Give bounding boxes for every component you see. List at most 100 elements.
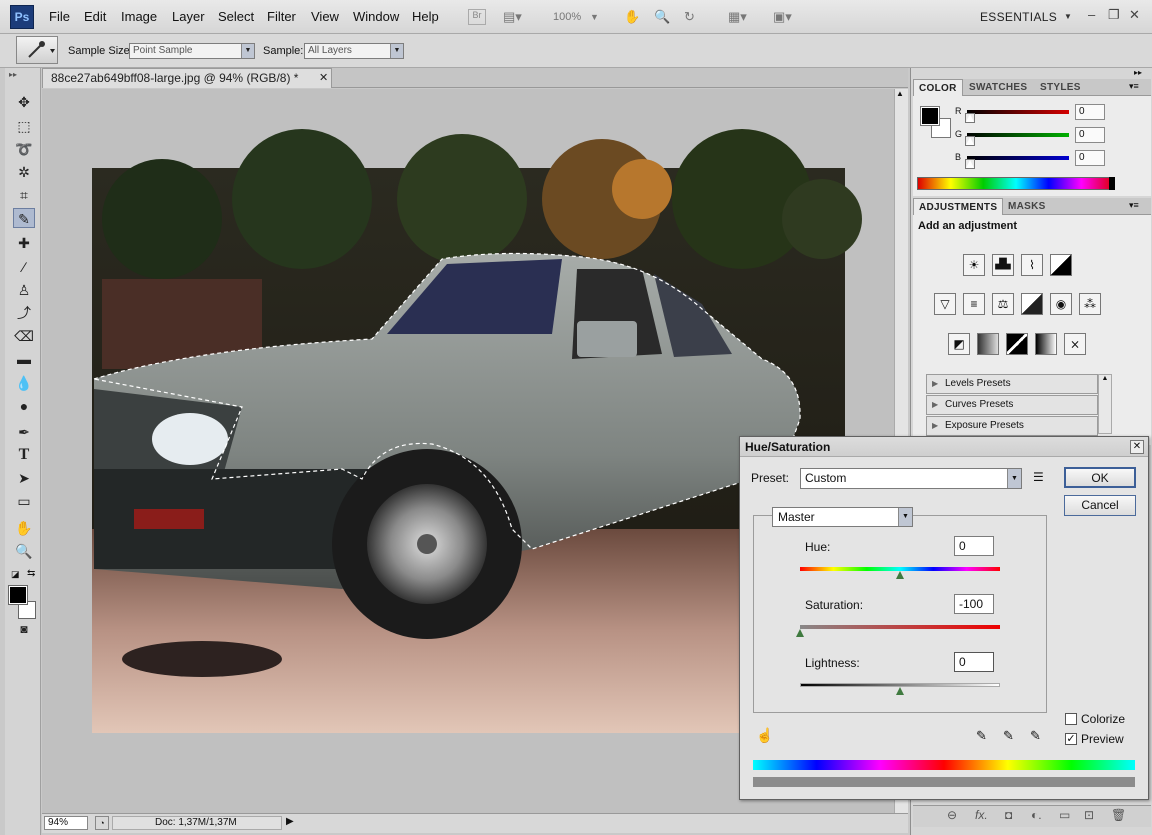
blur-tool-icon[interactable]: 💧: [13, 373, 35, 393]
close-icon[interactable]: ✕: [319, 71, 328, 84]
color-spectrum-ramp[interactable]: [917, 177, 1115, 190]
menu-file[interactable]: File: [49, 9, 70, 24]
hand-icon[interactable]: ✋: [624, 9, 640, 25]
scroll-up-icon[interactable]: ▲: [896, 89, 904, 98]
scroll-up-icon[interactable]: ▲: [1099, 375, 1111, 382]
brush-tool-icon[interactable]: ∕: [13, 257, 35, 277]
menu-filter[interactable]: Filter: [267, 9, 296, 24]
saturation-input[interactable]: -100: [954, 594, 994, 614]
link-layers-icon[interactable]: ⊖: [947, 808, 957, 822]
new-layer-icon[interactable]: ⊡: [1084, 808, 1094, 822]
workspace-switcher[interactable]: ESSENTIALS: [980, 10, 1057, 24]
minimize-icon[interactable]: –: [1088, 7, 1095, 22]
saturation-slider[interactable]: [800, 625, 1000, 629]
panel-menu-icon[interactable]: ▾≡: [1129, 81, 1139, 92]
move-tool-icon[interactable]: ✥: [13, 92, 35, 112]
dodge-tool-icon[interactable]: ●: [13, 396, 35, 416]
channel-select[interactable]: Master ▼: [772, 507, 913, 527]
target-adjustment-hand-icon[interactable]: ☝: [756, 727, 773, 744]
swap-colors-icon[interactable]: ⇆: [27, 568, 35, 579]
menu-image[interactable]: Image: [121, 9, 157, 24]
panel-menu-icon[interactable]: ▾≡: [1129, 200, 1139, 211]
collapse-icon[interactable]: ▸▸: [9, 70, 17, 79]
screen-mode-icon[interactable]: ▣▾: [773, 9, 792, 25]
zoom-level[interactable]: 100%: [553, 11, 581, 23]
red-slider-thumb[interactable]: [965, 113, 975, 123]
play-icon[interactable]: ▶: [286, 816, 294, 827]
color-balance-icon[interactable]: ⚖: [992, 293, 1014, 315]
eyedropper-minus-icon[interactable]: ✎: [1030, 728, 1041, 744]
curves-icon[interactable]: ⌇: [1021, 254, 1043, 276]
lasso-tool-icon[interactable]: ➰: [13, 139, 35, 159]
preset-curves[interactable]: ▶ Curves Presets: [926, 395, 1098, 415]
pen-tool-icon[interactable]: ✒: [13, 422, 35, 442]
zoom-icon[interactable]: 🔍: [654, 9, 670, 25]
clock-icon[interactable]: ◔: [95, 816, 109, 830]
exposure-icon[interactable]: [1050, 254, 1072, 276]
lightness-slider-thumb[interactable]: [896, 687, 904, 695]
hand-tool-icon[interactable]: ✋: [13, 518, 35, 538]
path-selection-tool-icon[interactable]: ➤: [13, 468, 35, 488]
restore-icon[interactable]: ❐: [1108, 7, 1120, 23]
doc-info[interactable]: Doc: 1,37M/1,37M: [112, 816, 282, 830]
colorize-checkbox[interactable]: [1065, 713, 1077, 725]
presets-scrollbar[interactable]: ▲: [1098, 374, 1112, 434]
arrange-documents-icon[interactable]: ▦▾: [728, 9, 747, 25]
vibrance-icon[interactable]: ▽: [934, 293, 956, 315]
black-white-icon[interactable]: [1021, 293, 1043, 315]
collapse-icon[interactable]: ▸▸: [1134, 68, 1142, 77]
close-icon[interactable]: ✕: [1129, 7, 1140, 23]
black-swatch[interactable]: [1109, 177, 1115, 190]
rotate-view-icon[interactable]: ↻: [684, 9, 695, 25]
default-colors-icon[interactable]: ◪: [11, 569, 20, 580]
preset-exposure[interactable]: ▶ Exposure Presets: [926, 416, 1098, 436]
red-value[interactable]: 0: [1075, 104, 1105, 120]
blue-slider-thumb[interactable]: [965, 159, 975, 169]
chevron-down-icon[interactable]: ▼: [1064, 12, 1072, 21]
selective-color-icon[interactable]: ⨯: [1064, 333, 1086, 355]
clone-stamp-tool-icon[interactable]: ♙: [13, 280, 35, 300]
eyedropper-icon[interactable]: ✎: [976, 728, 987, 744]
healing-brush-tool-icon[interactable]: ✚: [13, 233, 35, 253]
blue-slider[interactable]: [967, 156, 1069, 160]
crop-tool-icon[interactable]: ⌗: [13, 185, 35, 205]
film-icon[interactable]: ▤▾: [503, 9, 522, 25]
menu-window[interactable]: Window: [353, 9, 399, 24]
preview-checkbox[interactable]: ✓: [1065, 733, 1077, 745]
brightness-contrast-icon[interactable]: ☀: [963, 254, 985, 276]
red-slider[interactable]: [967, 110, 1069, 114]
document-tab[interactable]: 88ce27ab649bff08-large.jpg @ 94% (RGB/8)…: [42, 68, 332, 88]
chevron-down-icon[interactable]: ▼: [590, 12, 599, 22]
history-brush-tool-icon[interactable]: ⤴: [13, 303, 35, 323]
marquee-tool-icon[interactable]: ⬚: [13, 116, 35, 136]
preset-select[interactable]: Custom ▼: [800, 468, 1022, 489]
zoom-field[interactable]: 94%: [44, 816, 88, 830]
foreground-color-swatch[interactable]: [920, 106, 940, 126]
eyedropper-plus-icon[interactable]: ✎: [1003, 728, 1014, 744]
tab-swatches[interactable]: SWATCHES: [964, 79, 1032, 96]
green-slider-thumb[interactable]: [965, 136, 975, 146]
menu-help[interactable]: Help: [412, 9, 439, 24]
green-value[interactable]: 0: [1075, 127, 1105, 143]
dialog-title-bar[interactable]: Hue/Saturation: [740, 437, 1148, 457]
tab-adjustments[interactable]: ADJUSTMENTS: [913, 198, 1004, 216]
quick-mask-icon[interactable]: ◙: [13, 619, 35, 639]
eyedropper-tool-icon[interactable]: ✎: [13, 208, 35, 228]
zoom-tool-icon[interactable]: 🔍: [13, 541, 35, 561]
type-tool-icon[interactable]: T: [13, 445, 35, 465]
trash-icon[interactable]: 🗑: [1111, 808, 1126, 822]
ok-button[interactable]: OK: [1064, 467, 1136, 488]
green-slider[interactable]: [967, 133, 1069, 137]
preset-levels[interactable]: ▶ Levels Presets: [926, 374, 1098, 394]
close-icon[interactable]: ✕: [1130, 440, 1144, 454]
menu-edit[interactable]: Edit: [84, 9, 106, 24]
sample-select[interactable]: All Layers ▼: [304, 43, 404, 59]
preset-options-icon[interactable]: ☰: [1033, 470, 1044, 484]
eraser-tool-icon[interactable]: ⌫: [13, 326, 35, 346]
cancel-button[interactable]: Cancel: [1064, 495, 1136, 516]
tab-styles[interactable]: STYLES: [1035, 79, 1086, 96]
hue-slider-thumb[interactable]: [896, 571, 904, 579]
gradient-map-icon[interactable]: [1035, 333, 1057, 355]
saturation-slider-thumb[interactable]: [796, 629, 804, 637]
shape-tool-icon[interactable]: ▭: [13, 491, 35, 511]
